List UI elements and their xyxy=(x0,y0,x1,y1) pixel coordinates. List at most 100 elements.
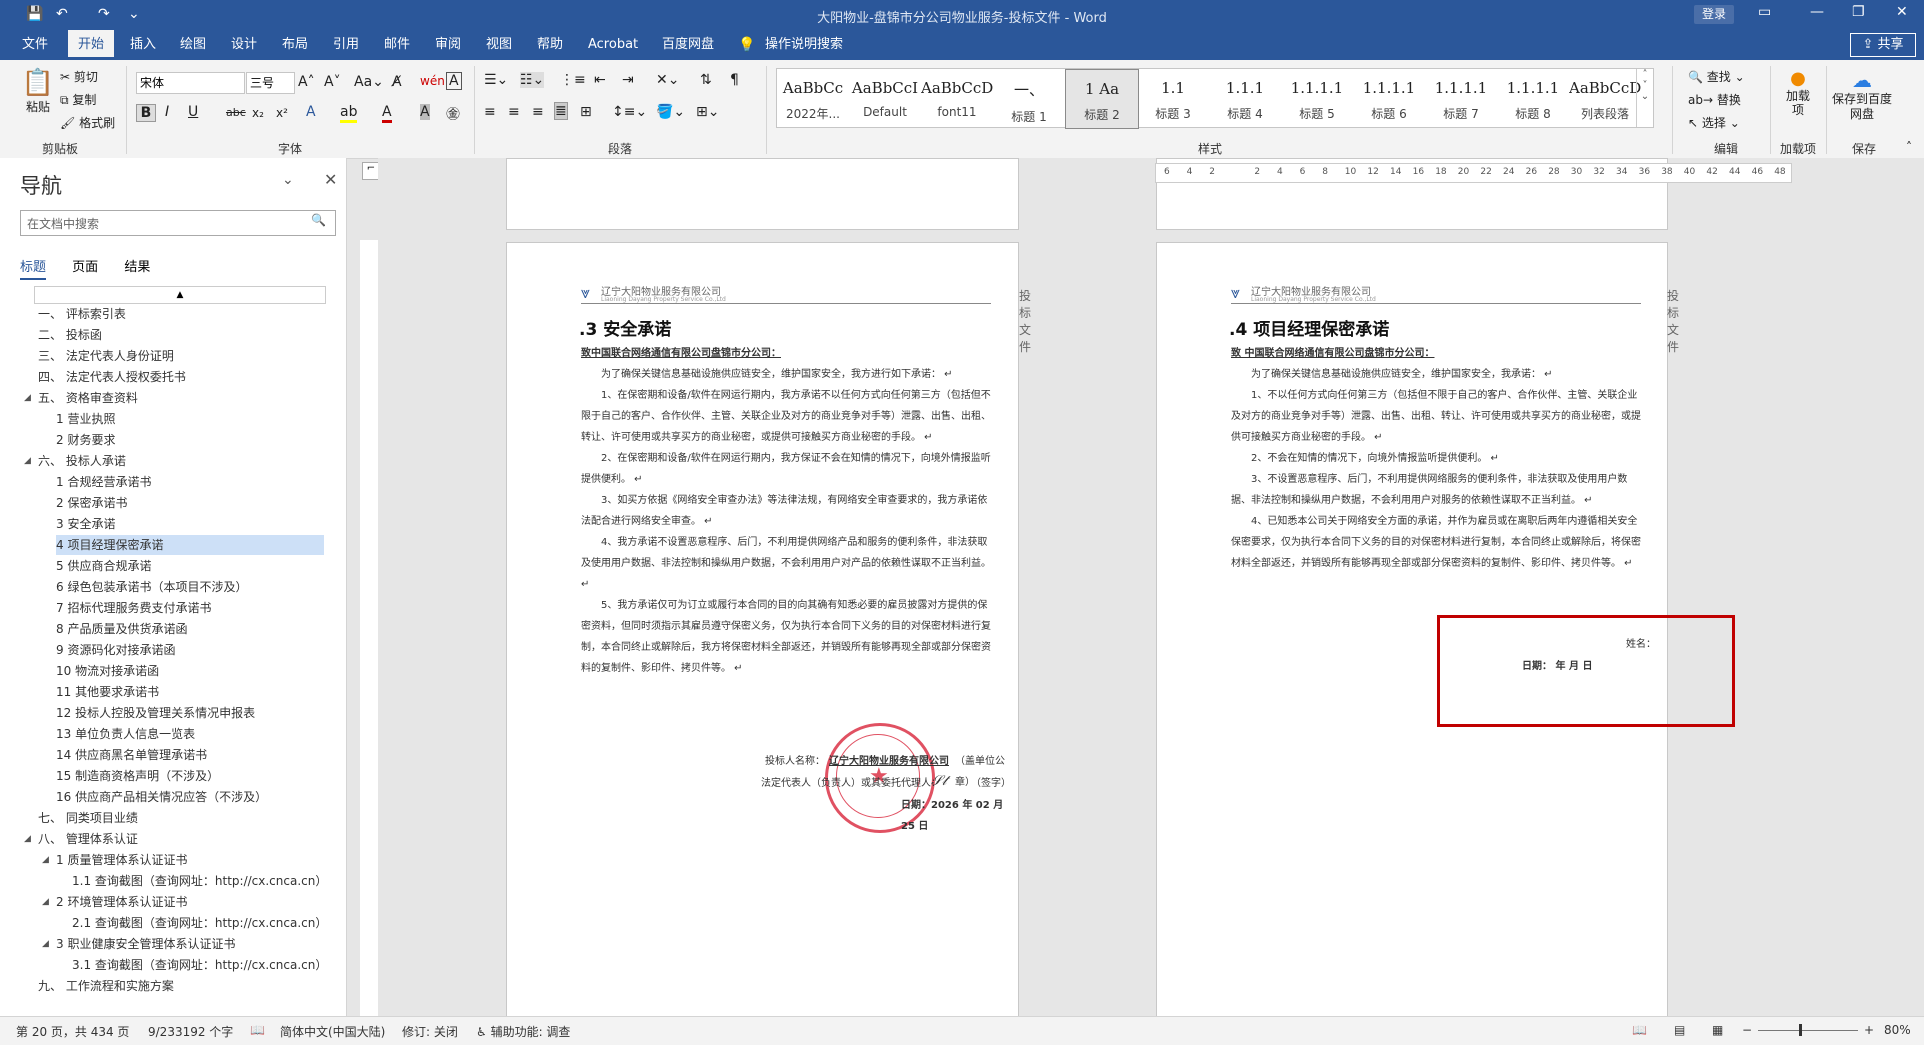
tab-design[interactable]: 设计 xyxy=(221,30,267,60)
align-center-icon[interactable]: ≡ xyxy=(508,104,520,120)
decrease-indent-icon[interactable]: ⇤ xyxy=(594,72,606,88)
collapse-triangle-icon[interactable]: ◢ xyxy=(42,855,49,865)
nav-heading-item[interactable]: 1 营业执照 xyxy=(56,409,115,429)
gallery-scroll[interactable]: ˄ ˅ ⌄ xyxy=(1636,69,1653,127)
nav-heading-item[interactable]: 8 产品质量及供货承诺函 xyxy=(56,619,187,639)
collapse-ribbon-icon[interactable]: ˄ xyxy=(1906,140,1912,154)
highlight-icon[interactable]: ab xyxy=(340,104,358,123)
style-item[interactable]: 一、 标题 1 xyxy=(993,69,1065,127)
underline-button[interactable]: U xyxy=(188,104,198,120)
web-layout-icon[interactable]: ▦ xyxy=(1712,1023,1723,1037)
subscript-button[interactable]: x₂ xyxy=(252,106,264,120)
cut-button[interactable]: ✂ 剪切 xyxy=(60,68,98,85)
strikethrough-button[interactable]: abc xyxy=(226,106,246,119)
zoom-slider-thumb[interactable] xyxy=(1799,1024,1802,1036)
tab-file[interactable]: 文件 xyxy=(12,30,58,60)
tab-draw[interactable]: 绘图 xyxy=(170,30,216,60)
shrink-font-icon[interactable]: A˅ xyxy=(324,74,341,90)
increase-indent-icon[interactable]: ⇥ xyxy=(622,72,634,88)
char-shading-icon[interactable]: A xyxy=(420,104,430,120)
chinese-layout-icon[interactable]: ✕⌄ xyxy=(656,72,679,88)
grow-font-icon[interactable]: A˄ xyxy=(298,74,315,90)
nav-heading-item[interactable]: 6 绿色包装承诺书（本项目不涉及） xyxy=(56,577,247,597)
nav-heading-item[interactable]: 2 环境管理体系认证证书 xyxy=(56,892,187,912)
clear-format-icon[interactable]: A̸ xyxy=(392,74,402,90)
tab-baidu[interactable]: 百度网盘 xyxy=(652,30,724,60)
tab-review[interactable]: 审阅 xyxy=(425,30,471,60)
char-border-icon[interactable]: A xyxy=(446,72,462,90)
bullets-icon[interactable]: ☰⌄ xyxy=(484,72,508,88)
borders-icon[interactable]: ⊞⌄ xyxy=(696,104,719,120)
tab-home[interactable]: 开始 xyxy=(68,30,115,60)
style-item[interactable]: AaBbCcDdI font11 xyxy=(921,69,993,127)
style-item[interactable]: AaBbCcDdI 列表段落 xyxy=(1569,69,1641,127)
nav-heading-item[interactable]: 一、 评标索引表 xyxy=(38,304,126,324)
page-count[interactable]: 第 20 页，共 434 页 xyxy=(16,1023,129,1040)
style-item[interactable]: 1.1.1.1 标题 6 xyxy=(1353,69,1425,127)
nav-heading-item[interactable]: 2 保密承诺书 xyxy=(56,493,127,513)
read-mode-icon[interactable]: 📖 xyxy=(1632,1023,1647,1037)
minimize-icon[interactable]: — xyxy=(1810,4,1824,20)
nav-heading-item[interactable]: 16 供应商产品相关情况应答（不涉及） xyxy=(56,787,267,807)
nav-heading-item[interactable]: 2.1 查询截图（查询网址：http://cx.cnca.cn） xyxy=(72,913,327,933)
paste-button[interactable]: 📋 粘贴 xyxy=(18,68,58,115)
accessibility[interactable]: ♿ 辅助功能: 调查 xyxy=(476,1023,570,1040)
nav-heading-item[interactable]: 八、 管理体系认证 xyxy=(38,829,138,849)
style-item[interactable]: 1.1.1 标题 4 xyxy=(1209,69,1281,127)
nav-heading-item[interactable]: 六、 投标人承诺 xyxy=(38,451,126,471)
nav-heading-item[interactable]: 11 其他要求承诺书 xyxy=(56,682,159,702)
nav-heading-item[interactable]: 10 物流对接承诺函 xyxy=(56,661,159,681)
nav-heading-item[interactable]: 七、 同类项目业绩 xyxy=(38,808,138,828)
sort-icon[interactable]: ⇅ xyxy=(700,72,712,88)
tab-references[interactable]: 引用 xyxy=(323,30,369,60)
phonetic-icon[interactable]: wén xyxy=(420,74,445,88)
style-item[interactable]: 1.1 标题 3 xyxy=(1137,69,1209,127)
style-item[interactable]: 1.1.1.1 标题 7 xyxy=(1425,69,1497,127)
login-button[interactable]: 登录 xyxy=(1694,5,1734,24)
tab-layout[interactable]: 布局 xyxy=(272,30,318,60)
text-effects-icon[interactable]: A xyxy=(306,104,316,120)
nav-heading-item[interactable]: 3 职业健康安全管理体系认证证书 xyxy=(56,934,235,954)
font-size-select[interactable]: 三号 xyxy=(246,72,295,94)
zoom-slider[interactable] xyxy=(1758,1030,1858,1031)
distribute-icon[interactable]: ⊞ xyxy=(580,104,592,120)
ribbon-display-icon[interactable]: ▭ xyxy=(1758,4,1771,20)
nav-heading-item[interactable]: 1.1 查询截图（查询网址：http://cx.cnca.cn） xyxy=(72,871,327,891)
chevron-down-icon[interactable]: ⌄ xyxy=(282,172,294,188)
nav-search-input[interactable]: 在文档中搜索 🔍 xyxy=(20,210,336,236)
line-spacing-icon[interactable]: ↕≡⌄ xyxy=(612,104,647,120)
nav-tab-pages[interactable]: 页面 xyxy=(72,256,98,275)
nav-heading-item[interactable]: 3 安全承诺 xyxy=(56,514,115,534)
nav-heading-item[interactable]: 二、 投标函 xyxy=(38,325,102,345)
zoom-out-icon[interactable]: − xyxy=(1742,1023,1752,1037)
language[interactable]: 简体中文(中国大陆) xyxy=(280,1023,385,1040)
shading-icon[interactable]: 🪣⌄ xyxy=(656,104,685,120)
nav-scroll-up[interactable]: ▲ xyxy=(34,286,326,304)
nav-heading-item[interactable]: 4 项目经理保密承诺 xyxy=(56,535,324,555)
tab-help[interactable]: 帮助 xyxy=(527,30,573,60)
collapse-triangle-icon[interactable]: ◢ xyxy=(42,939,49,949)
nav-heading-item[interactable]: 7 招标代理服务费支付承诺书 xyxy=(56,598,211,618)
tab-view[interactable]: 视图 xyxy=(476,30,522,60)
nav-tab-results[interactable]: 结果 xyxy=(124,256,150,275)
nav-heading-item[interactable]: 13 单位负责人信息一览表 xyxy=(56,724,195,744)
italic-button[interactable]: I xyxy=(165,104,169,120)
format-painter-button[interactable]: 🖌 格式刷 xyxy=(60,114,115,131)
collapse-triangle-icon[interactable]: ◢ xyxy=(24,834,31,844)
nav-heading-item[interactable]: 1 合规经营承诺书 xyxy=(56,472,151,492)
proofing-icon[interactable]: 📖 xyxy=(250,1023,265,1037)
collapse-triangle-icon[interactable]: ◢ xyxy=(42,897,49,907)
numbering-icon[interactable]: ☷⌄ xyxy=(520,72,545,88)
tell-me-search[interactable]: 操作说明搜索 xyxy=(755,30,853,60)
tab-acrobat[interactable]: Acrobat xyxy=(578,30,648,60)
nav-heading-item[interactable]: 四、 法定代表人授权委托书 xyxy=(38,367,186,387)
nav-heading-item[interactable]: 三、 法定代表人身份证明 xyxy=(38,346,174,366)
nav-heading-item[interactable]: 15 制造商资格声明（不涉及） xyxy=(56,766,219,786)
search-icon[interactable]: 🔍 xyxy=(311,213,326,227)
nav-tab-headings[interactable]: 标题 xyxy=(20,256,47,280)
nav-heading-item[interactable]: 五、 资格审查资料 xyxy=(38,388,138,408)
nav-heading-item[interactable]: 3.1 查询截图（查询网址：http://cx.cnca.cn） xyxy=(72,955,327,975)
enclose-char-icon[interactable]: ㊎ xyxy=(446,104,460,124)
style-item[interactable]: AaBbCcI Default xyxy=(849,69,921,127)
nav-heading-item[interactable]: 5 供应商合规承诺 xyxy=(56,556,151,576)
